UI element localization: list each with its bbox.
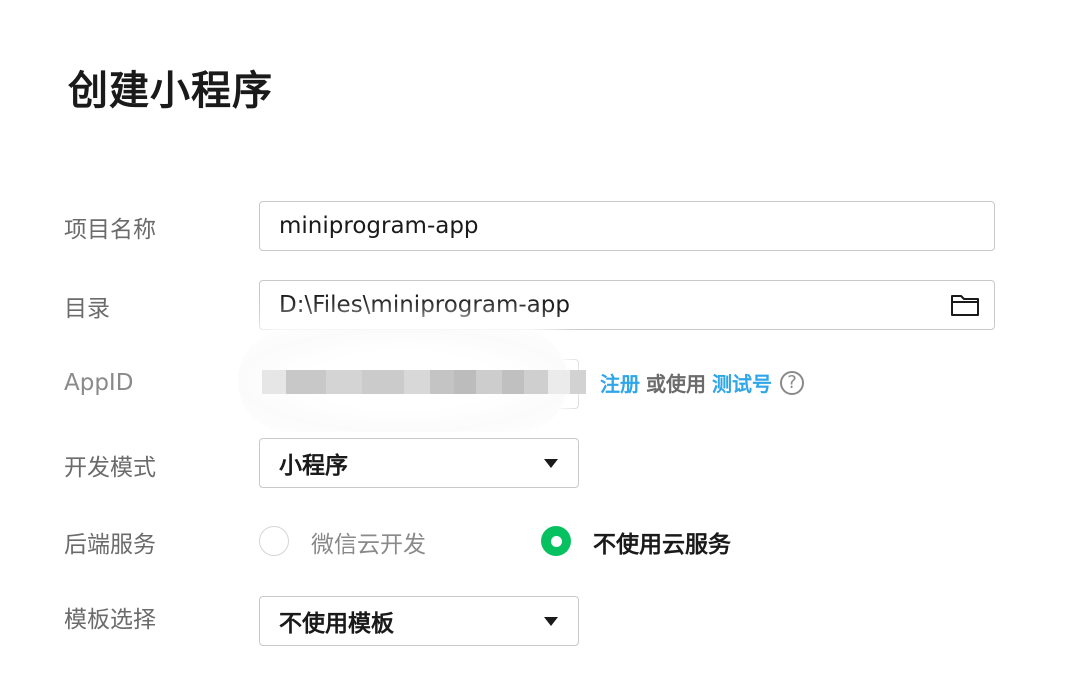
appid-redaction-pixels: [262, 370, 586, 394]
page-title: 创建小程序: [68, 68, 273, 114]
dev-mode-select[interactable]: 小程序: [259, 438, 579, 488]
project-name-input[interactable]: miniprogram-app: [259, 201, 995, 251]
create-miniprogram-dialog: 创建小程序 项目名称 miniprogram-app 目录 D:\Files\m…: [0, 0, 1070, 678]
template-label: 模板选择: [64, 607, 156, 633]
appid-label: AppID: [64, 370, 134, 396]
project-name-value: miniprogram-app: [279, 213, 479, 239]
question-circle-icon[interactable]: ?: [780, 370, 804, 395]
directory-label: 目录: [64, 296, 110, 322]
dev-mode-label: 开发模式: [64, 455, 156, 481]
chevron-down-icon: [544, 458, 558, 468]
or-use-text: 或使用: [646, 372, 706, 396]
radio-no-cloud[interactable]: [541, 526, 571, 556]
radio-no-cloud-label: 不使用云服务: [593, 532, 731, 558]
project-name-label: 项目名称: [64, 217, 156, 243]
template-value: 不使用模板: [279, 611, 394, 637]
radio-wechat-cloud[interactable]: [259, 526, 289, 556]
appid-links: 注册 或使用 测试号 ?: [600, 368, 804, 397]
backend-label: 后端服务: [64, 532, 156, 558]
directory-input[interactable]: D:\Files\miniprogram-app: [259, 280, 995, 330]
directory-value: D:\Files\miniprogram-app: [279, 292, 570, 318]
register-link[interactable]: 注册: [600, 368, 640, 397]
dev-mode-value: 小程序: [279, 453, 348, 479]
test-account-link[interactable]: 测试号: [712, 368, 772, 397]
folder-icon[interactable]: [950, 293, 980, 317]
chevron-down-icon: [544, 616, 558, 626]
template-select[interactable]: 不使用模板: [259, 596, 579, 646]
radio-wechat-cloud-label: 微信云开发: [311, 532, 426, 558]
